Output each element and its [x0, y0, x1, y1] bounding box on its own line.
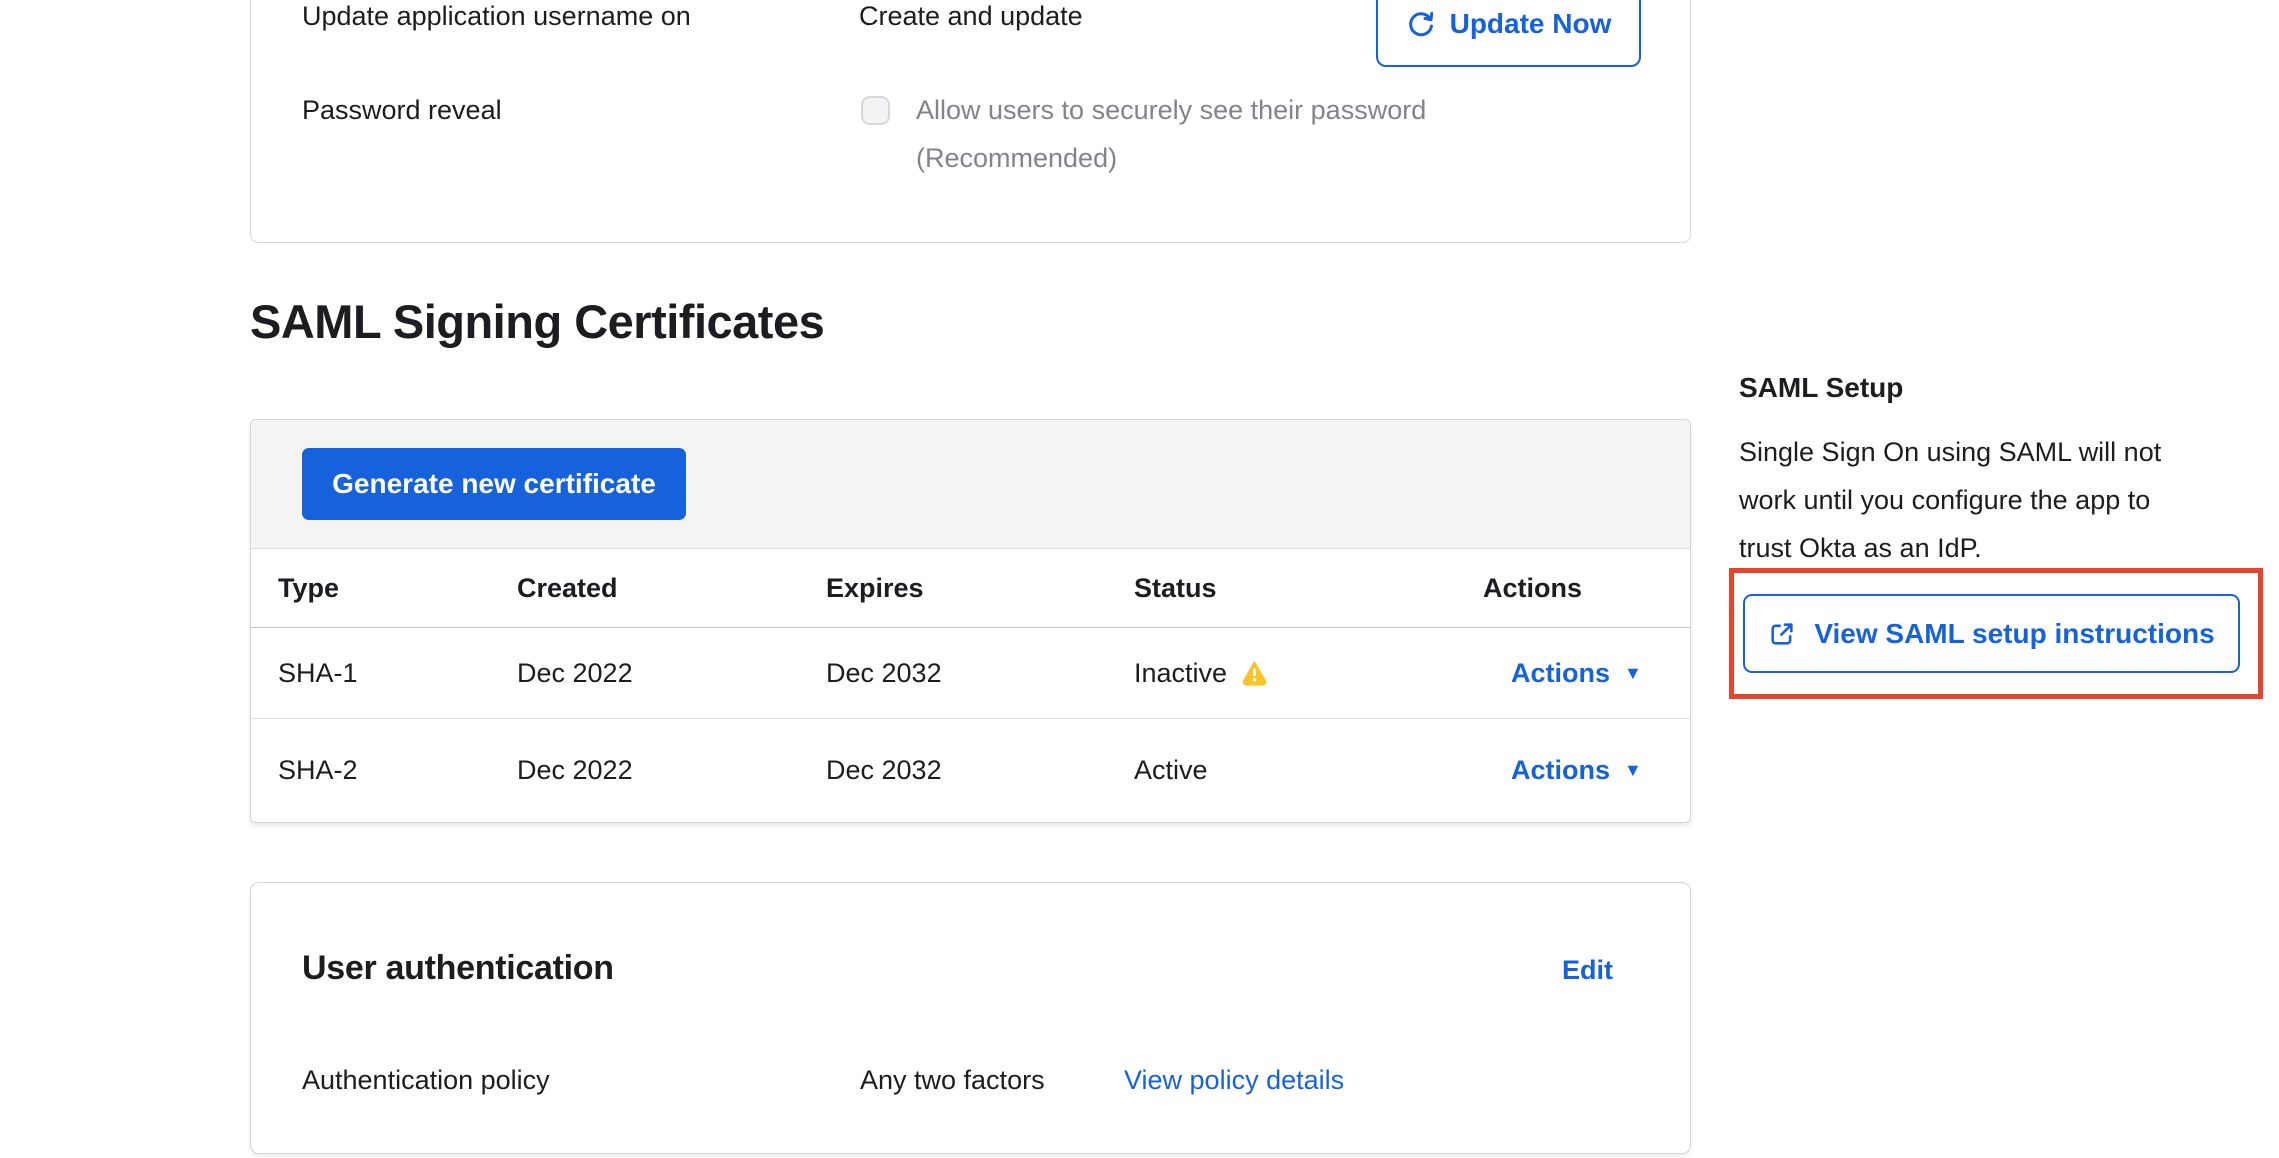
cell-expires: Dec 2032	[799, 755, 1107, 786]
column-header-status: Status	[1107, 573, 1456, 604]
certificates-toolbar: Generate new certificate	[251, 420, 1690, 549]
update-now-button[interactable]: Update Now	[1376, 0, 1641, 67]
table-row: SHA-1 Dec 2022 Dec 2032 Inactive Actions…	[251, 628, 1690, 719]
table-header-row: Type Created Expires Status Actions	[251, 549, 1690, 628]
authentication-policy-value: Any two factors	[860, 1065, 1045, 1096]
update-now-label: Update Now	[1450, 8, 1612, 40]
saml-setup-description: Single Sign On using SAML will not work …	[1739, 428, 2239, 572]
edit-link[interactable]: Edit	[1562, 955, 1613, 986]
view-saml-setup-instructions-button[interactable]: View SAML setup instructions	[1743, 594, 2240, 673]
password-reveal-checkbox-label: Allow users to securely see their passwo…	[916, 95, 1426, 126]
password-reveal-checkbox-note: (Recommended)	[916, 143, 1117, 174]
provisioning-settings-card: Update application username on Create an…	[250, 0, 1691, 243]
table-row: SHA-2 Dec 2022 Dec 2032 Active Actions ▼	[251, 719, 1690, 822]
description-line: Single Sign On using SAML will not	[1739, 428, 2239, 476]
actions-label: Actions	[1511, 755, 1610, 786]
status-text: Inactive	[1134, 658, 1227, 689]
view-policy-details-link[interactable]: View policy details	[1124, 1065, 1344, 1096]
saml-certificates-panel: Generate new certificate Type Created Ex…	[250, 419, 1691, 823]
cell-type: SHA-2	[251, 755, 490, 786]
refresh-icon	[1406, 9, 1436, 39]
actions-label: Actions	[1511, 658, 1610, 689]
update-username-value: Create and update	[859, 1, 1083, 32]
certificates-table: Type Created Expires Status Actions SHA-…	[251, 549, 1690, 822]
actions-dropdown[interactable]: Actions ▼	[1456, 658, 1690, 689]
password-reveal-label: Password reveal	[302, 95, 502, 126]
chevron-down-icon: ▼	[1624, 663, 1642, 684]
description-line: trust Okta as an IdP.	[1739, 524, 2239, 572]
column-header-expires: Expires	[799, 573, 1107, 604]
view-saml-label: View SAML setup instructions	[1814, 618, 2214, 650]
cell-type: SHA-1	[251, 658, 490, 689]
column-header-type: Type	[251, 573, 490, 604]
password-reveal-checkbox[interactable]	[861, 96, 890, 125]
chevron-down-icon: ▼	[1624, 760, 1642, 781]
generate-new-certificate-button[interactable]: Generate new certificate	[302, 448, 686, 520]
update-username-label: Update application username on	[302, 1, 691, 32]
column-header-created: Created	[490, 573, 799, 604]
actions-dropdown[interactable]: Actions ▼	[1456, 755, 1690, 786]
cell-created: Dec 2022	[490, 755, 799, 786]
saml-setup-heading: SAML Setup	[1739, 372, 1903, 404]
column-header-actions: Actions	[1456, 573, 1690, 604]
saml-certificates-heading: SAML Signing Certificates	[250, 294, 824, 349]
user-authentication-heading: User authentication	[302, 949, 614, 988]
cell-expires: Dec 2032	[799, 658, 1107, 689]
user-authentication-card: User authentication Edit Authentication …	[250, 882, 1691, 1154]
warning-icon	[1241, 661, 1268, 686]
description-line: work until you configure the app to	[1739, 476, 2239, 524]
cell-status: Active	[1107, 755, 1456, 786]
external-link-icon	[1768, 620, 1796, 648]
cell-status: Inactive	[1107, 658, 1456, 689]
authentication-policy-label: Authentication policy	[302, 1065, 550, 1096]
cell-created: Dec 2022	[490, 658, 799, 689]
